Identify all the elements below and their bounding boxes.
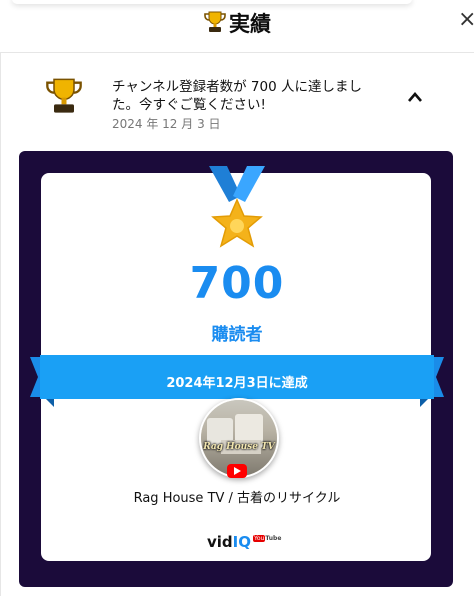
trophy-icon (203, 10, 227, 39)
vidiq-logo: vidIQ (207, 533, 251, 551)
subscriber-label: 購読者 (211, 325, 263, 345)
youtube-logo-you: You (253, 535, 266, 542)
youtube-logo: YouTube (253, 535, 281, 542)
chevron-up-icon (408, 92, 422, 102)
page-title: 実績 (0, 8, 474, 39)
youtube-logo-tube: Tube (265, 535, 282, 542)
collapse-button[interactable] (407, 84, 423, 108)
medal-icon (205, 166, 269, 260)
trophy-icon (44, 76, 84, 120)
notification-message: チャンネル登録者数が 700 人に達しました。今すぐご覧ください! (112, 79, 362, 113)
page-title-text: 実績 (229, 12, 271, 36)
close-button[interactable]: × (458, 8, 474, 32)
notification-date: 2024 年 12 月 3 日 (112, 117, 221, 131)
header-shadow (12, 0, 412, 4)
vidiq-logo-vid: vid (207, 533, 233, 551)
avatar-logo-text: Rag House TV (203, 442, 275, 452)
channel-name: Rag House TV / 古着のリサイクル (133, 491, 341, 506)
close-icon: × (458, 8, 474, 32)
achievement-date: 2024年12月3日に達成 (166, 376, 308, 391)
vidiq-logo-iq: IQ (232, 533, 252, 551)
subscriber-count: 700 (189, 258, 285, 309)
youtube-icon (227, 464, 247, 478)
